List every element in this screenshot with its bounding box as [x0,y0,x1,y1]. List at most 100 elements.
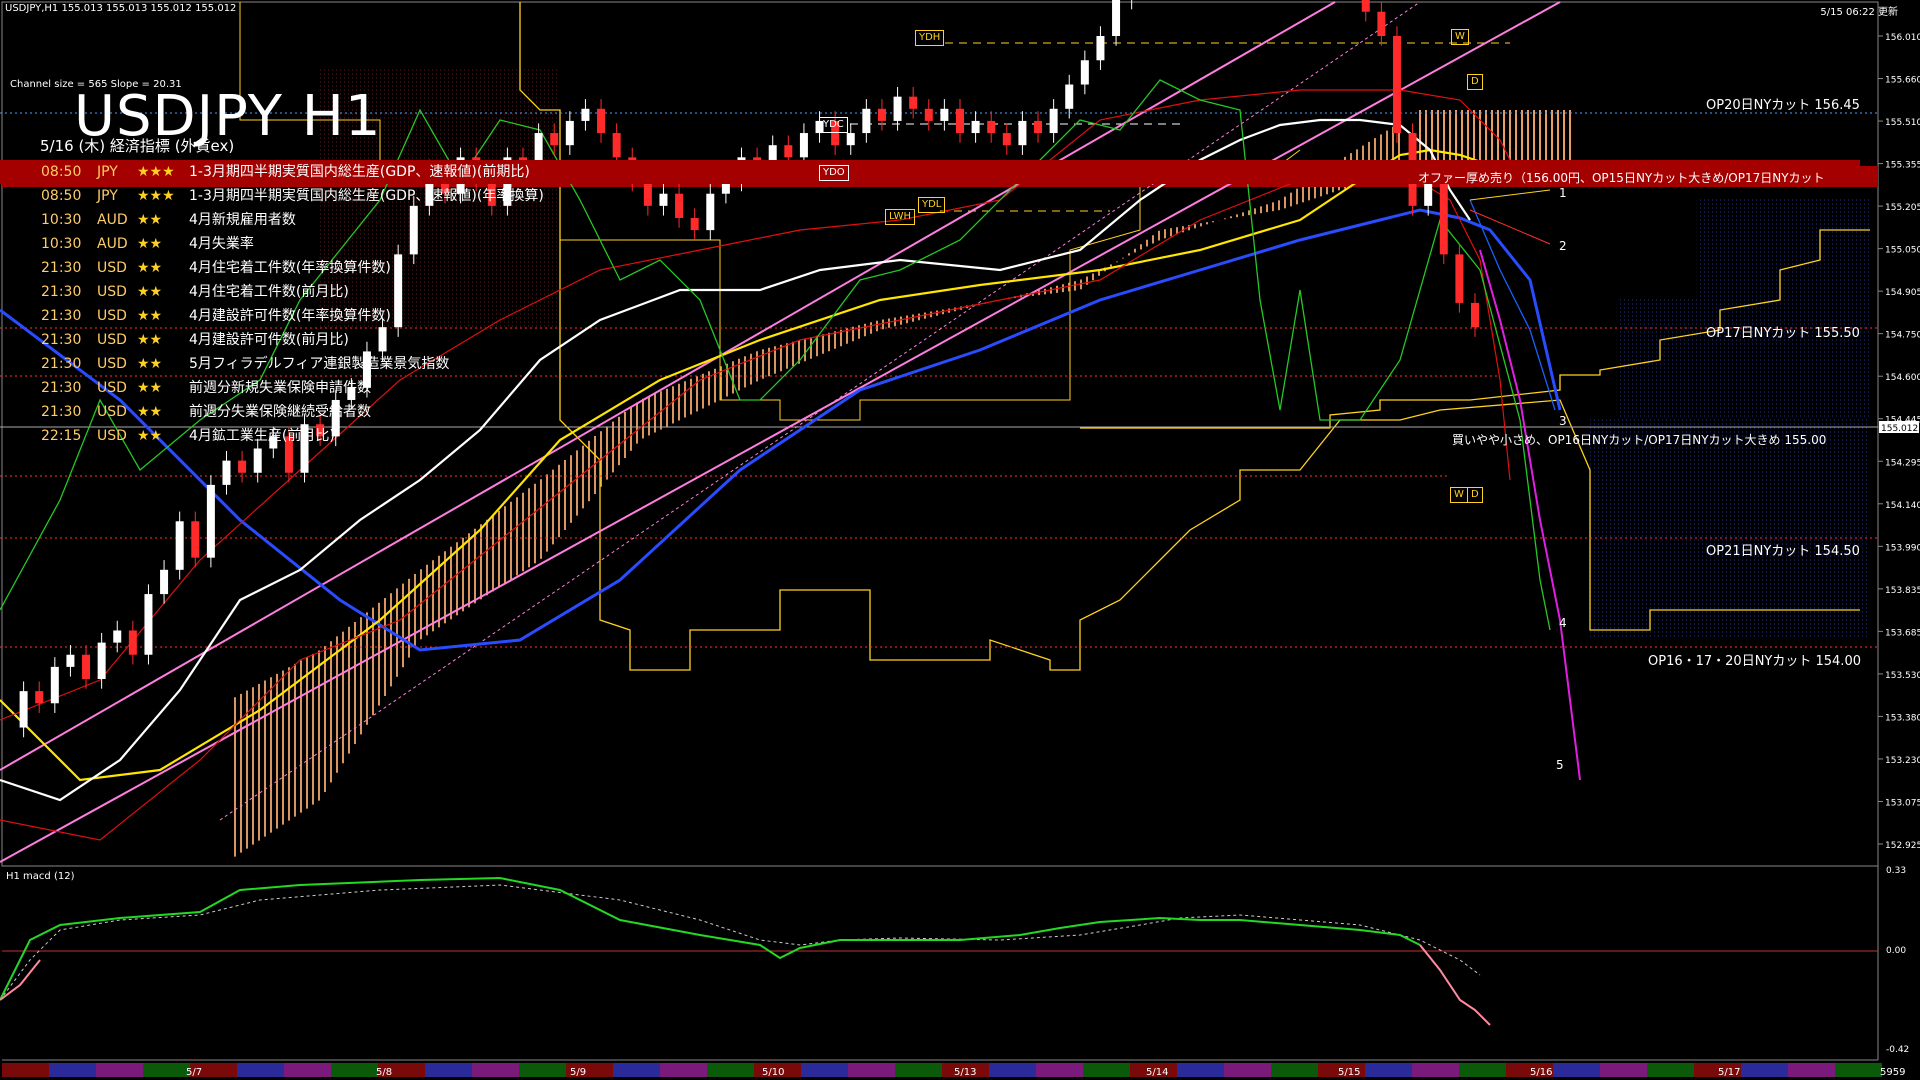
d-box-top: D [1467,74,1483,90]
candle-body [238,460,247,473]
y-tick-label: 155.510 [1885,118,1920,128]
count-1: 1 [1559,186,1567,200]
date-bar-segment [1271,1063,1318,1077]
event-stars: ★★ [137,212,163,228]
event-stars: ★★ [137,284,163,300]
candle-body [924,108,933,121]
event-text: 4月鉱工業生産(前月比) [189,428,335,444]
date-bar-segment [425,1063,472,1077]
macd-tick: -0.42 [1886,1045,1909,1055]
event-time: 21:30 [41,332,82,348]
date-label: 5/15 [1338,1067,1360,1078]
event-currency: USD [97,380,127,396]
y-tick-label: 154.600 [1885,373,1920,383]
macd-label: H1 macd (12) [6,871,75,882]
date-bar-segment [143,1063,190,1077]
event-currency: USD [97,284,127,300]
date-bar-segment [989,1063,1036,1077]
event-row: 21:30 USD ★★ 4月建設許可件数(年率換算件数) [0,304,1860,328]
event-text: 4月住宅着工件数(年率換算件数) [189,260,391,276]
date-axis: 5/7 5/8 5/9 5/10 5/13 5/14 5/15 5/16 5/17 5959 [2,1063,1905,1078]
date-bar-segment [472,1063,519,1077]
event-currency: AUD [97,212,128,228]
event-text: 4月建設許可件数(前月比) [189,332,349,348]
candle-body [1392,36,1401,134]
date-bar-segment [1788,1063,1835,1077]
w-box-top: W [1451,29,1469,45]
symbol-info: USDJPY,H1 155.013 155.013 155.012 155.01… [5,3,237,14]
event-time: 08:50 [41,164,82,180]
candle-body [1034,120,1043,134]
event-text: 前週分新規失業保険申請件数 [189,380,371,396]
event-stars: ★★ [137,380,163,396]
y-tick-label: 152.925 [1885,841,1920,851]
date-bar-segment [519,1063,566,1077]
event-row: 21:30 USD ★★ 前週分新規失業保険申請件数 [0,376,1860,400]
date-bar-segment [2,1063,49,1077]
candle-body [175,521,184,570]
event-row: 21:30 USD ★★ 5月フィラデルフィア連銀製造業景気指数 [0,352,1860,376]
candle-body [1080,60,1089,85]
candle-body [550,133,559,146]
y-tick-label: 155.050 [1885,246,1920,256]
y-tick-label: 156.010 [1885,33,1920,43]
count-3: 3 [1559,414,1567,428]
event-time: 22:15 [41,428,82,444]
candle-body [940,108,949,121]
ydl-box: YDL [918,197,946,213]
candle-body [1018,120,1027,146]
candle-body [1096,36,1105,61]
event-stars: ★★ [137,332,163,348]
candle-body [1112,0,1121,37]
update-time: 5/15 06:22 更新 [1820,7,1898,18]
date-bar-segment [895,1063,942,1077]
date-bar-segment [284,1063,331,1077]
event-text: 4月建設許可件数(年率換算件数) [189,308,391,324]
event-currency: JPY [97,164,118,180]
date-label: 5/16 [1530,1067,1552,1078]
current-price-label: 155.012 [1881,424,1918,434]
date-bar-segment [96,1063,143,1077]
y-tick-label: 154.295 [1885,458,1920,468]
event-stars: ★★ [137,404,163,420]
date-bar-segment [331,1063,378,1077]
event-row: 21:30 USD ★★ 4月住宅着工件数(年率換算件数) [0,256,1860,280]
date-bar-segment [1083,1063,1130,1077]
y-tick-label: 153.380 [1885,713,1920,723]
macd-tick: 0.33 [1886,866,1906,876]
candle-body [50,666,59,704]
candle-body [160,569,169,595]
event-row: 21:30 USD ★★ 前週分失業保険継続受給者数 [0,400,1860,424]
candle-body [222,460,231,485]
event-text: 1-3月期四半期実質国内総生産(GDP、速報値)(前期比) [189,164,530,180]
y-tick-label: 154.905 [1885,288,1920,298]
date-bar-segment [1224,1063,1271,1077]
event-currency: JPY [97,188,118,204]
candle-body [846,133,855,146]
candle-body [581,108,590,121]
date-label: 5/8 [376,1067,392,1078]
date-bar-segment [1365,1063,1412,1077]
candle-body [35,691,44,704]
date-label: 5/14 [1146,1067,1168,1078]
y-tick-label: 153.990 [1885,543,1920,553]
candle-body [66,654,75,667]
y-tick-label: 153.835 [1885,586,1920,596]
event-time: 21:30 [41,308,82,324]
date-bar-segment [1835,1063,1882,1077]
date-bar-segment [237,1063,284,1077]
date-label: 5/13 [954,1067,976,1078]
y-tick-label: 155.660 [1885,76,1920,86]
count-2: 2 [1559,239,1567,253]
date-label: 5/17 [1718,1067,1740,1078]
event-text: 1-3月期四半期実質国内総生産(GDP、速報値)(年率換算) [189,188,544,204]
event-stars: ★★ [137,260,163,276]
date-bar-segment [1412,1063,1459,1077]
count-5: 5 [1556,758,1564,772]
count-4: 4 [1559,616,1567,630]
date-bar-segment [801,1063,848,1077]
event-time: 10:30 [41,236,82,252]
candle-body [565,120,574,146]
date-bar-segment [1459,1063,1506,1077]
candle-body [877,108,886,121]
